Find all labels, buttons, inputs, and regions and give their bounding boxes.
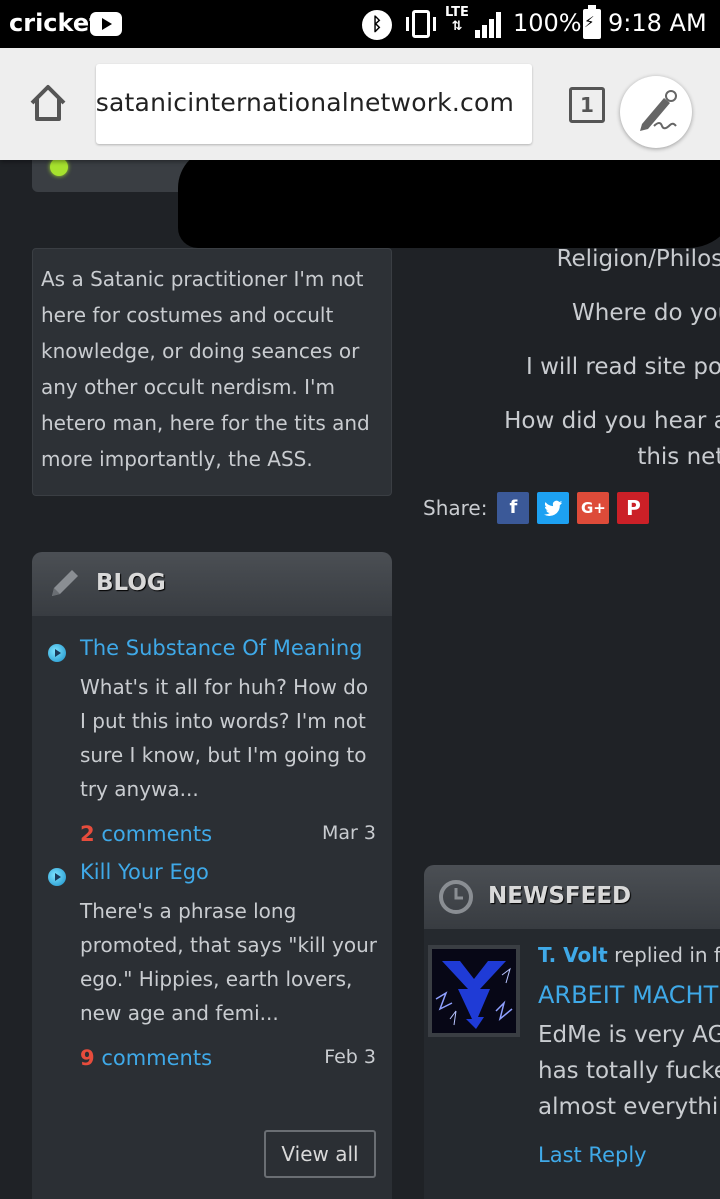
- newsfeed-panel: NEWSFEED T. Volt replied in forum ARBEIT…: [424, 865, 720, 1199]
- page-content: As a Satanic practitioner I'm not here f…: [0, 160, 720, 1199]
- google-plus-icon[interactable]: G+: [577, 492, 610, 524]
- pencil-sign-icon: [640, 90, 677, 131]
- url-text: satanicinternationalnetwork.com: [96, 88, 514, 117]
- home-icon[interactable]: [26, 81, 70, 125]
- bullet-arrow-icon: [48, 644, 66, 662]
- twitter-icon[interactable]: [537, 492, 570, 524]
- newsfeed-activity: T. Volt replied in forum: [538, 943, 720, 967]
- comment-count: 2: [80, 822, 95, 846]
- profile-about-text: As a Satanic practitioner I'm not here f…: [41, 267, 370, 471]
- profile-field-policies: I will read site policies: [526, 354, 720, 380]
- share-row: Share: f G+ P: [423, 492, 657, 524]
- blog-panel: BLOG The Substance Of Meaning What's it …: [32, 552, 392, 1199]
- tab-switcher-button[interactable]: 1: [569, 87, 605, 123]
- online-status-dot: [50, 160, 68, 176]
- blog-panel-title: BLOG: [96, 570, 166, 596]
- blog-post-date: Feb 3: [324, 1046, 376, 1068]
- profile-field-location: Where do you live: [572, 300, 720, 326]
- comment-label: comments: [101, 1046, 213, 1070]
- blog-post-comments-link[interactable]: 2 comments: [80, 822, 212, 846]
- facebook-icon[interactable]: f: [497, 492, 530, 524]
- redaction-scribble: [178, 160, 720, 248]
- newsfeed-panel-header: NEWSFEED: [424, 865, 720, 929]
- battery-percentage: 100%: [513, 9, 582, 37]
- blog-list: The Substance Of Meaning What's it all f…: [32, 616, 392, 1199]
- profile-field-referral-cont: this network: [637, 444, 720, 470]
- profile-field-referral: How did you hear about: [504, 408, 720, 434]
- clock-icon: [439, 880, 473, 914]
- youtube-notification-icon: [90, 12, 122, 36]
- blog-post-comments-link[interactable]: 9 comments: [80, 1046, 212, 1070]
- view-all-button[interactable]: View all: [264, 1130, 376, 1178]
- blog-post-excerpt: There's a phrase long promoted, that say…: [80, 899, 378, 1025]
- newsfeed-user-link[interactable]: T. Volt: [538, 943, 608, 967]
- status-bar: cricket ᛒ LTE⇅ 100% 9:18 AM: [0, 0, 720, 48]
- bluetooth-icon: ᛒ: [362, 10, 392, 40]
- lightning-logo-icon: [432, 949, 516, 1033]
- battery-charging-icon: [583, 5, 601, 39]
- pinterest-icon[interactable]: P: [617, 492, 650, 524]
- edit-fab-button[interactable]: [620, 76, 692, 148]
- browser-toolbar: satanicinternationalnetwork.com 1: [0, 48, 720, 160]
- pencil-icon: [52, 570, 78, 596]
- comment-label: comments: [101, 822, 213, 846]
- avatar[interactable]: [428, 945, 520, 1037]
- carrier-name: cricket: [9, 9, 101, 37]
- blog-post-date: Mar 3: [322, 822, 376, 844]
- status-time: 9:18 AM: [608, 9, 707, 37]
- blog-post-title[interactable]: Kill Your Ego: [80, 860, 209, 884]
- url-bar[interactable]: satanicinternationalnetwork.com: [96, 64, 532, 144]
- lte-network-label: LTE ⇅: [445, 5, 469, 34]
- comment-count: 9: [80, 1046, 95, 1070]
- share-label: Share:: [423, 496, 488, 520]
- bullet-arrow-icon: [48, 868, 66, 886]
- vibrate-icon: [404, 10, 438, 38]
- newsfeed-list: T. Volt replied in forum ARBEIT MACHT FR…: [424, 929, 720, 1199]
- last-reply-link[interactable]: Last Reply: [538, 1143, 647, 1167]
- signal-strength-icon: [475, 12, 505, 38]
- newsfeed-panel-title: NEWSFEED: [488, 883, 632, 909]
- profile-field-religion: Religion/Philosophy: [556, 246, 720, 272]
- blog-post-excerpt: What's it all for huh? How do I put this…: [80, 675, 369, 801]
- blog-post-title[interactable]: The Substance Of Meaning: [80, 636, 363, 660]
- newsfeed-action: replied in forum: [614, 943, 720, 967]
- profile-about-box: As a Satanic practitioner I'm not here f…: [32, 248, 392, 496]
- newsfeed-excerpt: EdMe is very AGAIN has totally fucked al…: [538, 1022, 720, 1120]
- newsfeed-topic-link[interactable]: ARBEIT MACHT FREI: [538, 981, 720, 1009]
- blog-panel-header: BLOG: [32, 552, 392, 616]
